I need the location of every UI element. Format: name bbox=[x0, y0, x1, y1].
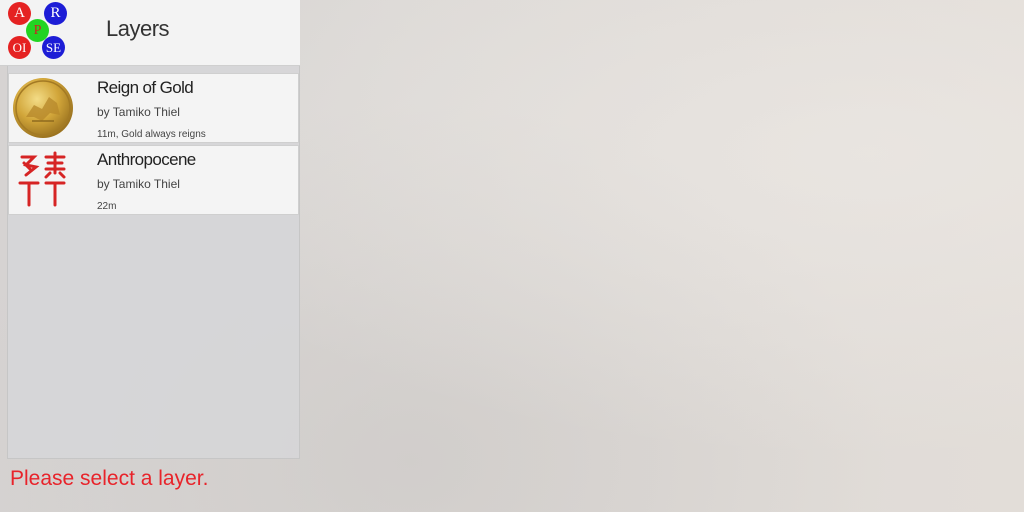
logo-letter-se: SE bbox=[42, 36, 65, 59]
status-message: Please select a layer. bbox=[10, 467, 209, 490]
layer-description: 22m bbox=[97, 201, 117, 212]
layer-item-anthropocene[interactable]: Anthropocene by Tamiko Thiel 22m bbox=[8, 145, 299, 215]
layer-title: Anthropocene bbox=[97, 150, 196, 169]
layer-list-panel bbox=[7, 0, 300, 459]
layer-item-reign-of-gold[interactable]: Reign of Gold by Tamiko Thiel 11m, Gold … bbox=[8, 73, 299, 143]
layer-title: Reign of Gold bbox=[97, 78, 194, 97]
layer-author: by Tamiko Thiel bbox=[97, 105, 180, 119]
layer-description: 11m, Gold always reigns bbox=[97, 129, 206, 140]
header-bar: A R P OI SE Layers bbox=[0, 0, 300, 66]
logo-letter-oi: OI bbox=[8, 36, 31, 59]
red-seal-icon bbox=[12, 149, 74, 211]
logo-letter-r: R bbox=[44, 2, 67, 25]
page-title: Layers bbox=[106, 16, 170, 41]
layer-author: by Tamiko Thiel bbox=[97, 177, 180, 191]
logo-letter-a: A bbox=[8, 2, 31, 25]
arpoise-logo: A R P OI SE bbox=[6, 2, 68, 62]
gold-coin-icon bbox=[12, 77, 74, 139]
